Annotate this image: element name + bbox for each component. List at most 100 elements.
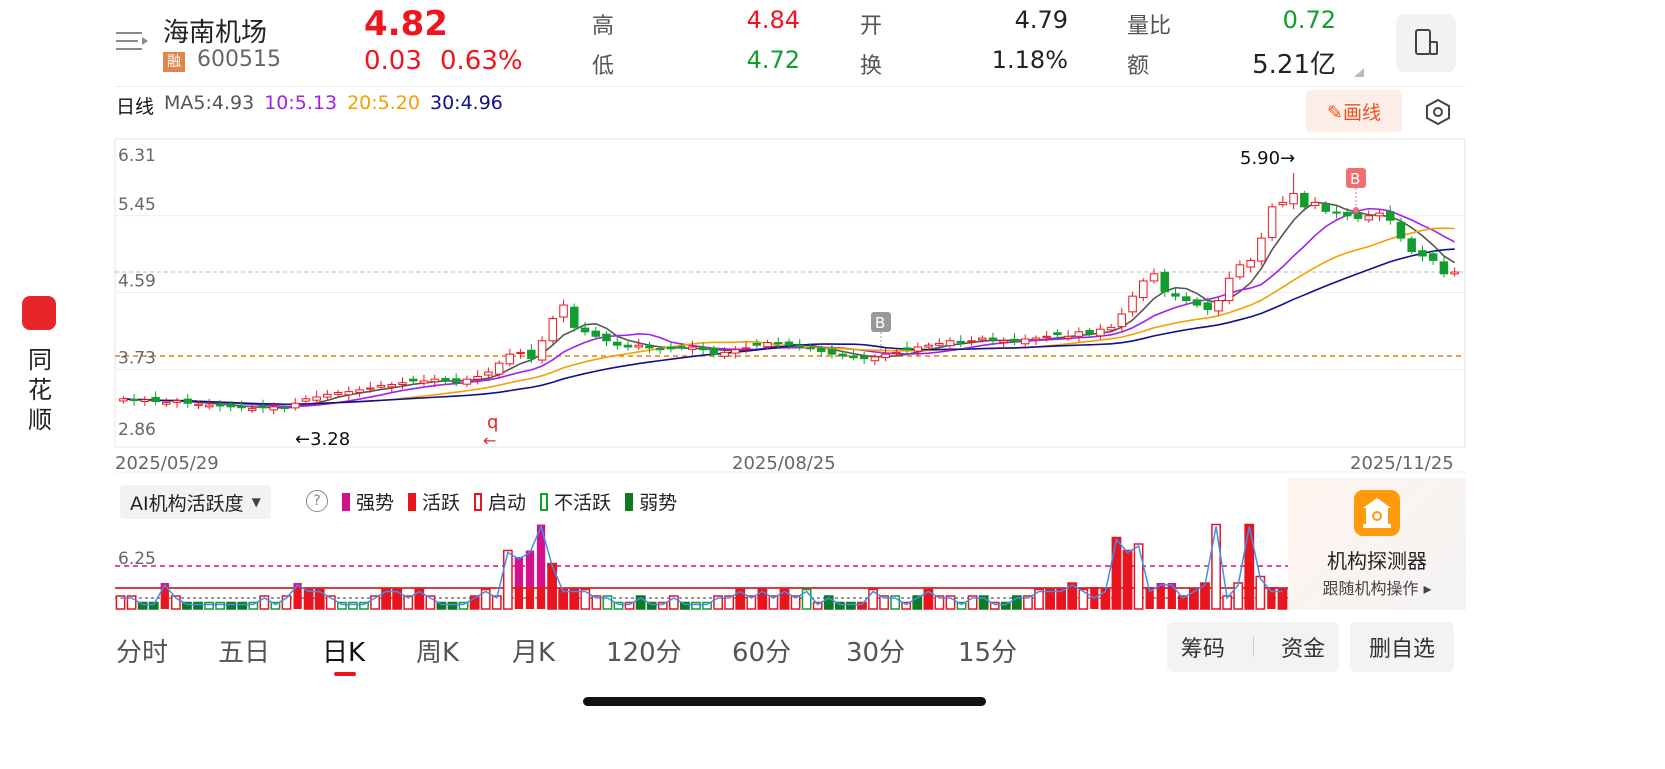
- tab-monthly-k[interactable]: 月K: [512, 632, 555, 669]
- buy-marker-2[interactable]: B: [1346, 168, 1366, 213]
- indicator-bar: [845, 601, 856, 610]
- candle: [1053, 332, 1062, 336]
- y-tick-label: 4.59: [118, 272, 156, 292]
- candle: [1203, 302, 1212, 311]
- candle: [1418, 250, 1427, 257]
- candle: [859, 355, 869, 360]
- candle: [870, 356, 880, 362]
- candle: [398, 382, 407, 386]
- candle: [634, 344, 643, 348]
- tab-30min[interactable]: 30分: [846, 632, 905, 669]
- funds-button[interactable]: 资金: [1281, 631, 1325, 663]
- candle: [559, 304, 568, 318]
- chips-funds-group: 筹码 资金: [1167, 622, 1339, 672]
- candle: [580, 327, 590, 333]
- candle: [1074, 331, 1084, 337]
- candle: [591, 330, 601, 337]
- candle: [1020, 338, 1030, 345]
- candle: [505, 353, 515, 365]
- indicator-bar: [514, 587, 524, 609]
- candle: [516, 351, 525, 354]
- candle: [344, 391, 354, 396]
- institution-detector-panel[interactable]: 机构探测器 跟随机构操作 ▸: [1288, 478, 1466, 610]
- svg-text:←: ←: [483, 431, 496, 450]
- candle: [376, 384, 386, 388]
- candle: [1385, 211, 1395, 221]
- candle: [1439, 261, 1449, 275]
- indicator-bar: [1111, 536, 1122, 610]
- candle: [290, 402, 300, 409]
- chevron-down-icon: ▼: [251, 495, 261, 509]
- candle: [172, 400, 182, 403]
- candle: [537, 340, 547, 361]
- indicator-bar: [1045, 588, 1055, 610]
- candle: [1375, 212, 1384, 217]
- candle: [752, 342, 762, 346]
- candle: [1171, 293, 1180, 297]
- q-marker[interactable]: q←: [483, 412, 498, 450]
- candle: [355, 389, 364, 393]
- tab-five-day[interactable]: 五日: [218, 632, 270, 669]
- candle: [1192, 299, 1202, 306]
- candle: [924, 344, 933, 348]
- y-tick-label: 6.31: [118, 146, 156, 166]
- candle: [1428, 253, 1438, 261]
- candle: [570, 306, 579, 328]
- legend-weak: 弱势: [625, 488, 677, 515]
- candle: [741, 347, 751, 350]
- indicator-bar: [1277, 588, 1288, 610]
- indicator-bar: [226, 601, 237, 610]
- home-indicator[interactable]: [583, 697, 986, 706]
- candle: [784, 341, 794, 346]
- tab-weekly-k[interactable]: 周K: [416, 632, 459, 669]
- tab-daily-k[interactable]: 日K: [322, 632, 365, 669]
- indicator-bar: [547, 562, 558, 610]
- candle: [1321, 204, 1331, 212]
- indicator-selector[interactable]: AI机构活跃度 ▼: [120, 485, 271, 519]
- candle: [1353, 213, 1363, 219]
- help-icon[interactable]: ?: [306, 490, 328, 512]
- candle: [1139, 280, 1148, 299]
- candle: [827, 348, 837, 355]
- ma5-line: [123, 201, 1456, 409]
- candle: [1396, 221, 1406, 239]
- candle: [548, 317, 558, 342]
- candle: [1246, 259, 1255, 268]
- low-annotation: ←3.28: [295, 429, 350, 450]
- x-tick-label: 2025/05/29: [115, 453, 219, 474]
- indicator-bar: [525, 587, 535, 609]
- candle: [333, 392, 343, 395]
- candle: [280, 407, 289, 410]
- indicator-bar: [1233, 582, 1244, 610]
- candle: [430, 378, 439, 383]
- candle: [1106, 326, 1116, 331]
- indicator-bar: [558, 588, 569, 610]
- tab-15min[interactable]: 15分: [958, 632, 1017, 669]
- candle: [731, 349, 740, 354]
- candle: [1343, 211, 1352, 217]
- tab-120min[interactable]: 120分: [606, 632, 682, 669]
- indicator-bar: [1122, 549, 1133, 610]
- candle: [612, 341, 622, 346]
- x-tick-label: 2025/08/25: [732, 453, 836, 474]
- tab-60min[interactable]: 60分: [732, 632, 791, 669]
- candle: [977, 337, 987, 341]
- candle: [408, 378, 418, 382]
- indicator-bar: [348, 601, 358, 610]
- candle: [892, 351, 901, 354]
- candle: [323, 393, 332, 398]
- candle: [1257, 237, 1266, 262]
- indicator-level-label: 6.25: [118, 549, 156, 569]
- candle: [1128, 295, 1137, 313]
- candle: [119, 398, 128, 402]
- indicator-bar: [204, 601, 214, 610]
- remove-watchlist-button[interactable]: 删自选: [1350, 622, 1454, 672]
- candle: [1300, 192, 1309, 208]
- tab-intraday[interactable]: 分时: [116, 632, 168, 669]
- candle: [1267, 206, 1277, 238]
- candle: [1407, 238, 1416, 252]
- chips-button[interactable]: 筹码: [1181, 631, 1225, 663]
- candle: [709, 347, 719, 355]
- candle: [183, 398, 193, 404]
- candle: [999, 340, 1008, 344]
